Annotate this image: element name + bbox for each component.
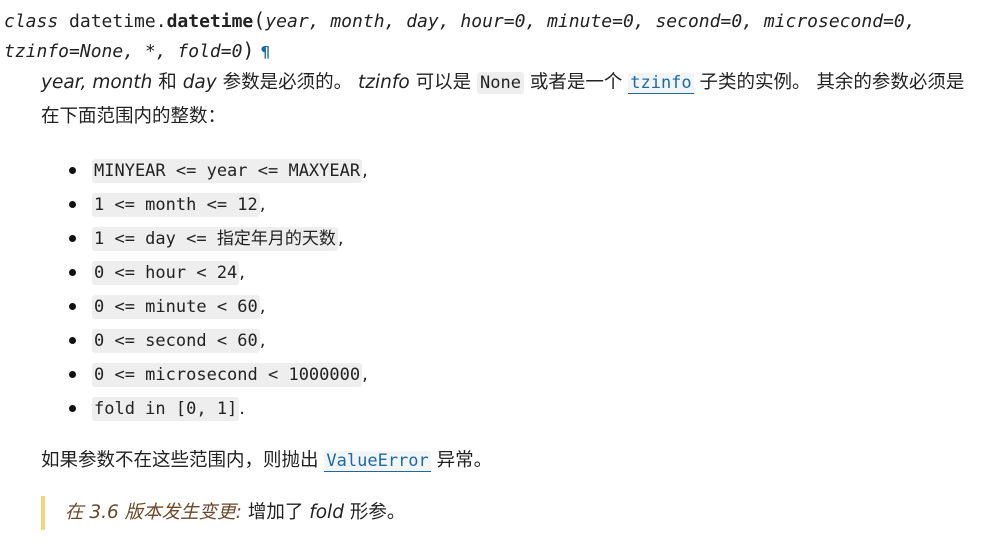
param-year-month: year, month xyxy=(41,72,153,93)
intro-line-1: year, month 和 day 参数是必须的。 tzinfo 可以是 Non… xyxy=(41,66,1001,100)
constraint-code: 1 <= month <= 12 xyxy=(92,193,260,217)
constraint-item: 0 <= minute < 60, xyxy=(66,290,368,324)
intro-or-a: 或者是一个 xyxy=(529,72,623,93)
error-note-after: 异常。 xyxy=(436,450,493,471)
constraint-item: 0 <= microsecond < 1000000, xyxy=(66,358,368,392)
error-note-before: 如果参数不在这些范围内，则抛出 xyxy=(41,450,319,471)
bullet-icon xyxy=(69,167,76,174)
constraint-code: MINYEAR <= year <= MAXYEAR xyxy=(92,159,363,183)
bullet-icon xyxy=(69,371,76,378)
param-tzinfo: tzinfo xyxy=(358,72,410,93)
params-line-2: tzinfo=None, *, fold=0 xyxy=(4,41,243,62)
constraint-item: 0 <= hour < 24, xyxy=(66,256,368,290)
function-signature: class datetime.datetime(year, month, day… xyxy=(4,6,994,66)
intro-subclass-text: 子类的实例。 其余的参数必须是 xyxy=(699,72,965,93)
constraint-item: 0 <= second < 60, xyxy=(66,324,368,358)
constraint-punctuation: , xyxy=(362,160,368,181)
intro-and: 和 xyxy=(158,72,177,93)
params-line-1: year, month, day, hour=0, minute=0, seco… xyxy=(265,11,916,32)
class-name: datetime xyxy=(166,11,254,32)
constraint-punctuation: , xyxy=(259,330,266,351)
constraint-punctuation: . xyxy=(239,398,246,419)
bullet-icon xyxy=(69,405,76,412)
constraint-punctuation: , xyxy=(259,194,266,215)
version-changed-param: fold xyxy=(309,502,344,523)
constraint-code: 1 <= day <= 指定年月的天数 xyxy=(92,227,338,251)
open-paren: ( xyxy=(253,8,266,32)
constraint-code: 0 <= second < 60 xyxy=(92,329,260,353)
constraint-code: 0 <= minute < 60 xyxy=(92,295,260,319)
constraint-code: 0 <= hour < 24 xyxy=(92,261,240,285)
version-changed-before: 增加了 xyxy=(247,502,304,523)
constraint-code: 0 <= microsecond < 1000000 xyxy=(92,363,363,387)
version-changed-note: 在 3.6 版本发生变更: 增加了 fold 形参。 xyxy=(41,496,405,530)
intro-required-text: 参数是必须的。 xyxy=(222,72,353,93)
valueerror-link[interactable]: ValueError xyxy=(324,451,431,472)
constraint-item: fold in [0, 1]. xyxy=(66,392,368,426)
constraint-punctuation: , xyxy=(239,262,246,283)
none-code: None xyxy=(476,72,524,94)
class-keyword: class xyxy=(4,11,59,32)
signature-line-1: class datetime.datetime(year, month, day… xyxy=(4,6,994,36)
constraint-item: 1 <= month <= 12, xyxy=(66,188,368,222)
signature-line-2: tzinfo=None, *, fold=0) ¶ xyxy=(4,36,994,66)
constraint-punctuation: , xyxy=(259,296,266,317)
bullet-icon xyxy=(69,269,76,276)
tzinfo-link[interactable]: tzinfo xyxy=(628,73,694,94)
bullet-icon xyxy=(69,337,76,344)
constraint-punctuation: , xyxy=(362,364,368,385)
version-changed-label: 在 3.6 版本发生变更: xyxy=(65,502,242,523)
module-prefix: datetime. xyxy=(69,11,167,32)
bullet-icon xyxy=(69,303,76,310)
constraint-item: 1 <= day <= 指定年月的天数, xyxy=(66,222,368,256)
constraint-item: MINYEAR <= year <= MAXYEAR, xyxy=(66,154,368,188)
param-day: day xyxy=(182,72,217,93)
version-changed-after: 形参。 xyxy=(349,502,406,523)
intro-can-be: 可以是 xyxy=(415,72,472,93)
constraint-code: fold in [0, 1] xyxy=(92,397,240,421)
intro-paragraph: year, month 和 day 参数是必须的。 tzinfo 可以是 Non… xyxy=(41,66,1001,134)
constraint-list: MINYEAR <= year <= MAXYEAR, 1 <= month <=… xyxy=(66,154,368,426)
permalink-anchor[interactable]: ¶ xyxy=(260,43,270,61)
constraint-punctuation: , xyxy=(337,228,344,249)
error-note: 如果参数不在这些范围内，则抛出 ValueError 异常。 xyxy=(41,444,1001,478)
bullet-icon xyxy=(69,235,76,242)
close-paren: ) xyxy=(242,38,255,62)
bullet-icon xyxy=(69,201,76,208)
intro-line-2: 在下面范围内的整数： xyxy=(41,106,227,127)
